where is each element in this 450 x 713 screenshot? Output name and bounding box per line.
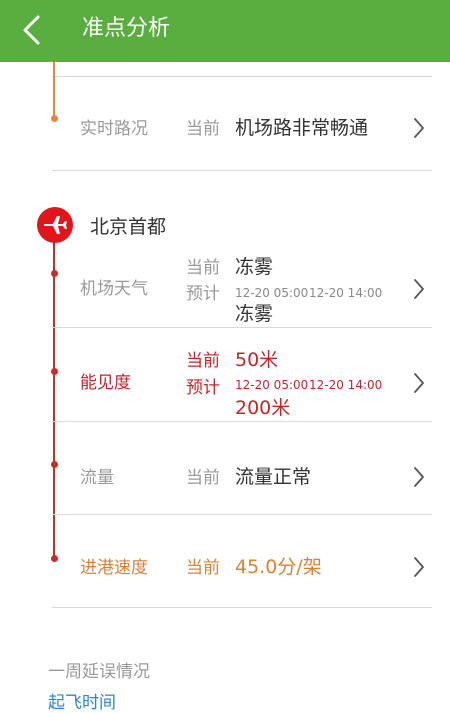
visibility-current-label: 当前 [186,351,220,371]
chevron-right-icon[interactable] [411,371,427,395]
timeline-dot [51,461,58,468]
airplane-icon [37,207,73,243]
visibility-forecast-time-from: 12-20 05:00 [235,378,309,392]
timeline-dot [51,270,58,277]
chevron-right-icon[interactable] [411,465,427,489]
flow-current-label: 当前 [186,468,220,488]
divider [52,421,432,422]
weather-forecast-time-from: 12-20 05:00 [235,286,309,300]
weather-current-label: 当前 [186,258,220,278]
chevron-right-icon[interactable] [411,116,427,140]
visibility-label: 能见度 [80,373,131,393]
visibility-forecast-value: 200米 [235,397,291,419]
divider [52,327,432,328]
weekly-delay-title: 一周延误情况 [48,662,150,682]
weather-forecast-time-to: 12-20 14:00 [309,286,383,300]
weather-label: 机场天气 [80,279,148,299]
visibility-current-value: 50米 [235,349,279,371]
divider [52,607,432,608]
timeline-dot [51,368,58,375]
timeline-dot [51,555,58,562]
road-status-label: 实时路况 [80,119,148,139]
timeline-line [53,62,55,118]
page-title: 准点分析 [82,16,171,41]
arrival-speed-current-label: 当前 [186,558,220,578]
app-header: 准点分析 [0,0,450,62]
visibility-forecast-label: 预计 [186,378,220,398]
weather-forecast-value: 冻雾 [235,303,274,325]
visibility-forecast-time-to: 12-20 14:00 [309,378,383,392]
road-current-label: 当前 [186,119,220,139]
chevron-right-icon[interactable] [411,277,427,301]
chevron-right-icon[interactable] [411,555,427,579]
flow-current-value: 流量正常 [235,466,312,488]
arrival-speed-label: 进港速度 [80,558,148,578]
divider [52,514,432,515]
timeline-dot [51,115,58,122]
departure-time-link[interactable]: 起飞时间 [48,692,116,713]
road-current-value: 机场路非常畅通 [235,117,369,139]
flow-label: 流量 [80,468,114,488]
weather-current-value: 冻雾 [235,256,274,278]
arrival-speed-current-value: 45.0分/架 [235,556,322,578]
divider [52,76,432,77]
divider [52,170,432,171]
chevron-left-icon[interactable] [14,12,50,48]
weather-forecast-label: 预计 [186,284,220,304]
airport-name: 北京首都 [90,216,167,238]
